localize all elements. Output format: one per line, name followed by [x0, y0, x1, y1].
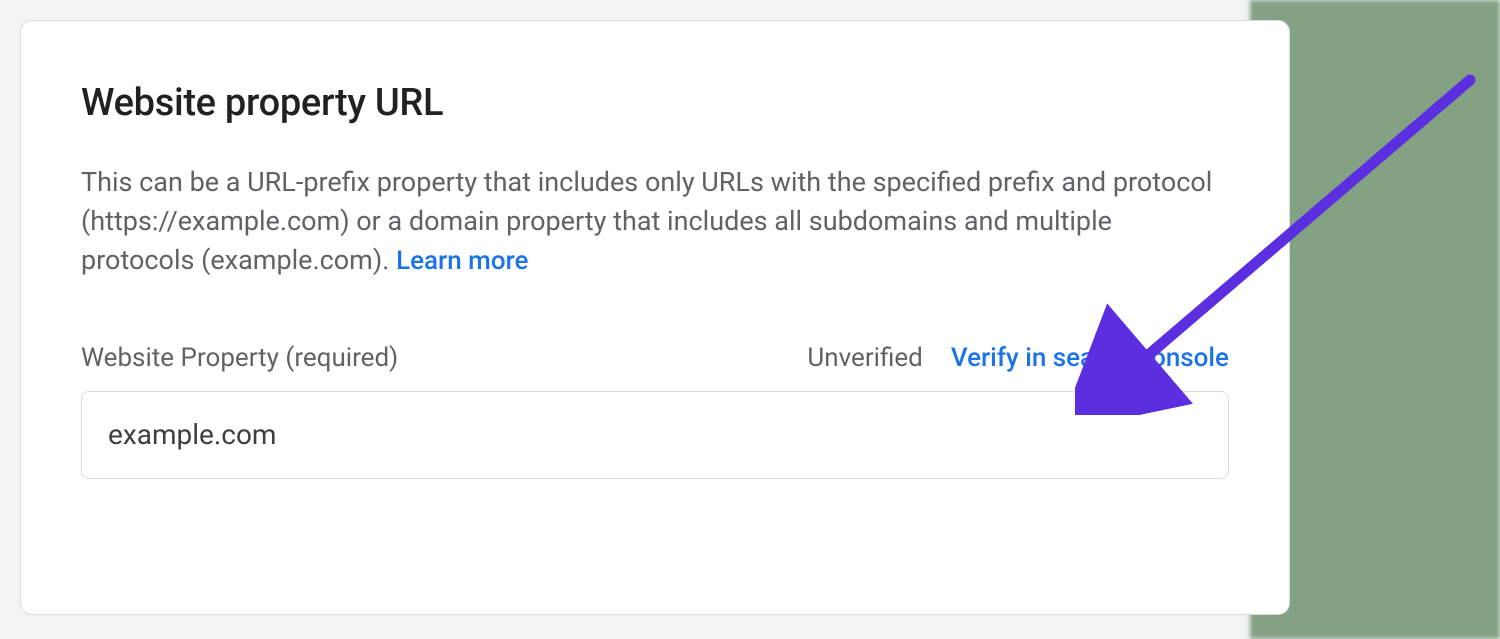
verification-status: Unverified	[807, 343, 922, 373]
card-description: This can be a URL-prefix property that i…	[81, 163, 1229, 281]
website-property-label: Website Property (required)	[81, 343, 398, 373]
field-label-row: Website Property (required) Unverified V…	[81, 343, 1229, 373]
verify-in-search-console-link[interactable]: Verify in search console	[951, 343, 1229, 373]
learn-more-link[interactable]: Learn more	[396, 246, 528, 276]
card-title: Website property URL	[81, 81, 1229, 125]
description-text: This can be a URL-prefix property that i…	[81, 166, 1212, 276]
website-property-input[interactable]	[81, 391, 1229, 479]
field-status-group: Unverified Verify in search console	[807, 343, 1229, 373]
website-property-card: Website property URL This can be a URL-p…	[20, 20, 1290, 615]
